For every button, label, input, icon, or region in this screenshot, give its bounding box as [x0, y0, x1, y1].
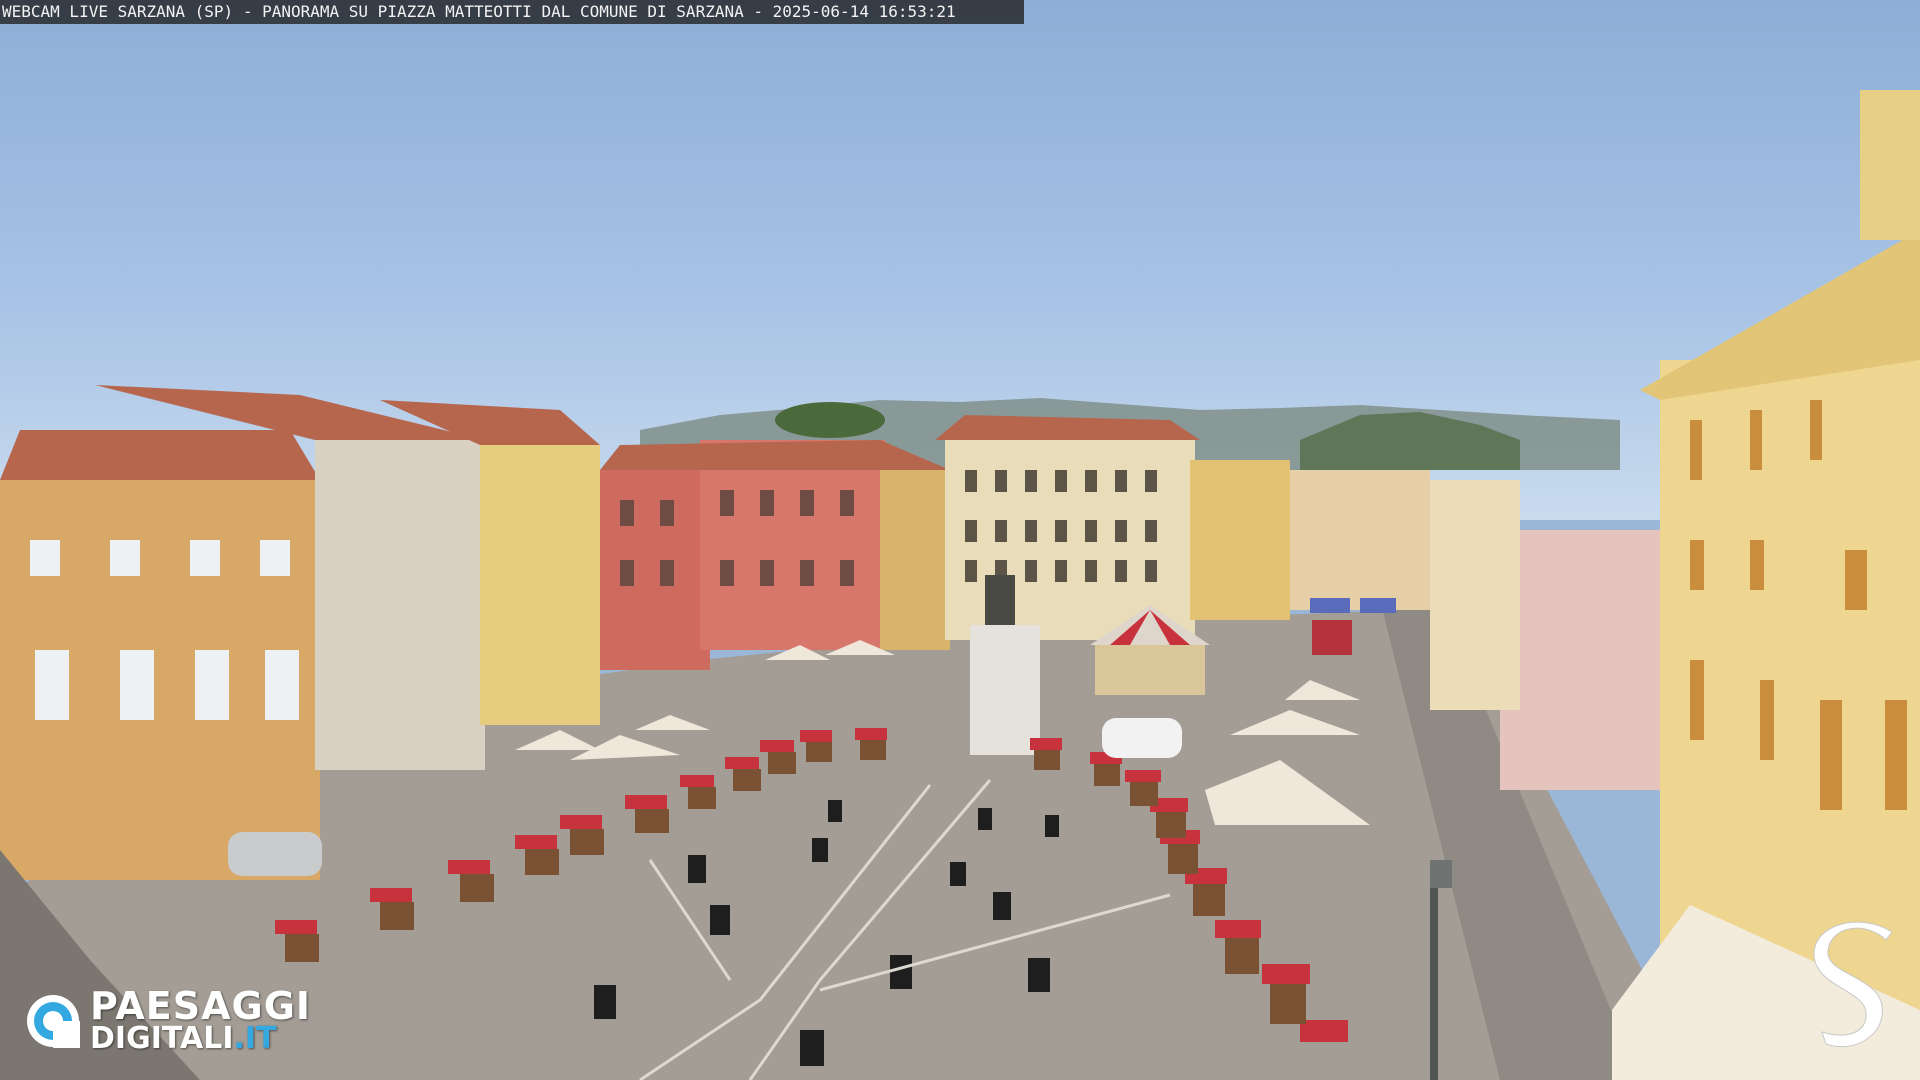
car-white [1102, 718, 1182, 758]
piazza-scene [0, 90, 1920, 1080]
street-lamp-head [1430, 860, 1452, 888]
building-ochre-mid [880, 470, 950, 650]
logo-line-2: DIGITALI.IT [90, 1022, 277, 1056]
building-left-grey [315, 440, 485, 770]
building-yellow-mid [1190, 460, 1290, 620]
building-right-pink [1500, 530, 1660, 790]
carousel-base [1095, 645, 1205, 695]
logo-line-2-main: DIGITALI [90, 1021, 234, 1056]
building-left-yellow [480, 445, 600, 725]
s-logo-icon [1813, 921, 1893, 1048]
logo-line-2-tld: .IT [233, 1021, 277, 1056]
blue-tent [1310, 598, 1350, 613]
building-right-cream [1430, 480, 1520, 710]
webcam-frame: WEBCAM LIVE SARZANA (SP) - PANORAMA SU P… [0, 0, 1920, 1080]
building-far-right [1290, 470, 1430, 610]
tree-canopy [775, 402, 885, 438]
webcam-caption: WEBCAM LIVE SARZANA (SP) - PANORAMA SU P… [0, 0, 1024, 24]
bell-tower [1860, 90, 1920, 240]
monument-base [970, 625, 1040, 755]
eye-icon [27, 995, 80, 1048]
roof-left-ochre [0, 430, 320, 480]
paesaggi-digitali-logo: PAESAGGI DIGITALI.IT [24, 986, 344, 1062]
monument-statue [985, 575, 1015, 625]
blue-tent-2 [1360, 598, 1396, 613]
logo-line-1: PAESAGGI [90, 984, 312, 1028]
car-silver [228, 832, 322, 876]
building-red-1 [600, 470, 710, 670]
street-lamp-pole [1430, 880, 1438, 1080]
red-booth [1312, 620, 1352, 655]
building-red-2 [700, 440, 885, 650]
